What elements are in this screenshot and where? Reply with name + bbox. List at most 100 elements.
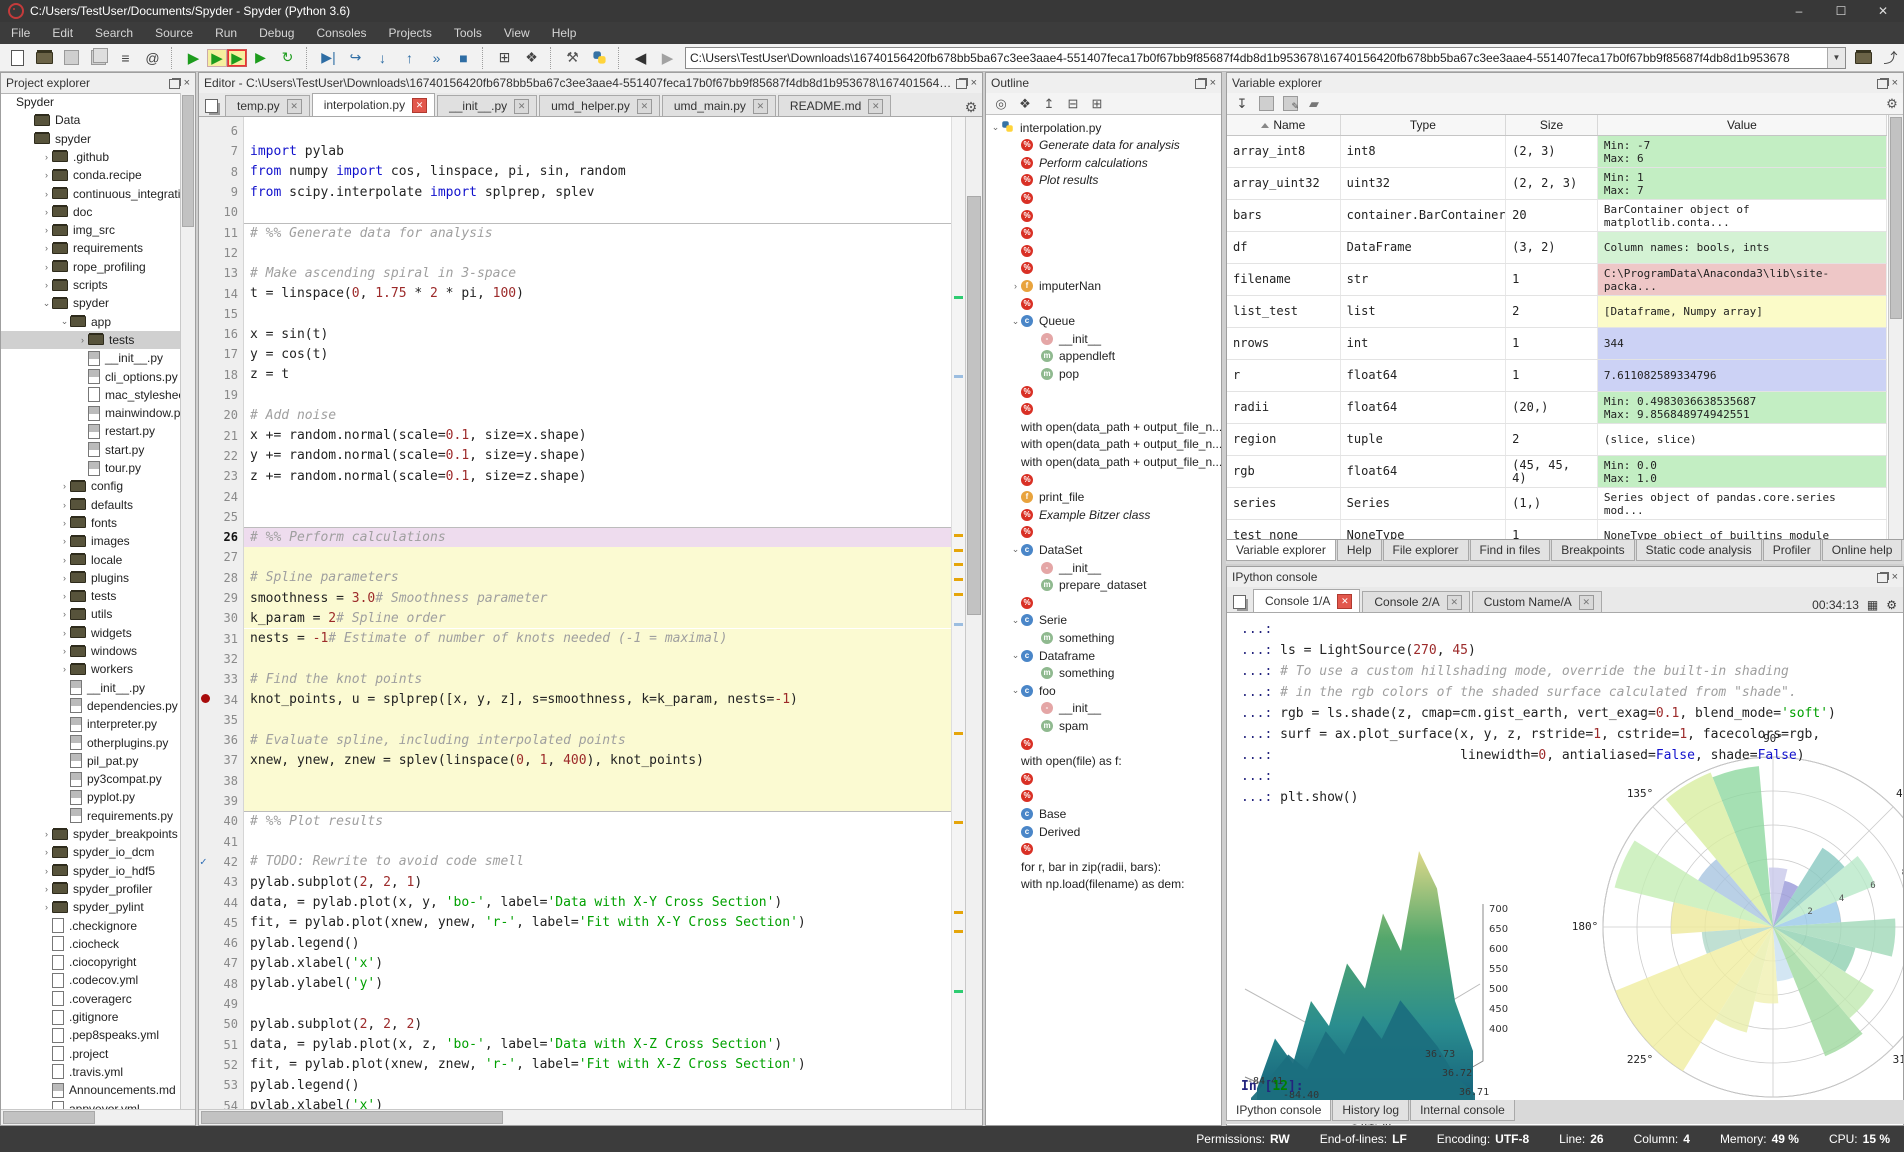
expand-all-icon[interactable]: ⊞ — [1086, 95, 1108, 113]
console-tab-Custom-Name-A[interactable]: Custom Name/A ✕ — [1471, 591, 1602, 612]
outline-item-Dataframe[interactable]: ⌄ c Dataframe — [986, 647, 1221, 664]
code-line[interactable]: 37 xnew, ynew, znew = splev(linspace(0, 1… — [199, 750, 952, 771]
outline-item[interactable]: % — [986, 295, 1221, 312]
outline-item-pop[interactable]: m pop — [986, 365, 1221, 382]
code-line[interactable]: 14 t = linspace(0, 1.75 * 2 * pi, 100) — [199, 283, 952, 303]
tree-item-spyder_io_dcm[interactable]: › spyder_io_dcm — [1, 843, 181, 861]
outline-item-__init__[interactable]: - __init__ — [986, 330, 1221, 347]
tree-item-plugins[interactable]: › plugins — [1, 569, 181, 587]
outline-item-for-r-bar-in-zip-radii-bars-[interactable]: for r, bar in zip(radii, bars): — [986, 858, 1221, 875]
code-line[interactable]: 42 ✓ # TODO: Rewrite to avoid code smell — [199, 852, 952, 872]
column-header-name[interactable]: Name — [1227, 115, 1341, 135]
save-data-icon[interactable] — [1255, 95, 1277, 113]
tree-item-rope_profiling[interactable]: › rope_profiling — [1, 258, 181, 276]
plugin-tab-find-in-files[interactable]: Find in files — [1469, 540, 1551, 561]
tree-item-py3compat.py[interactable]: py3compat.py — [1, 770, 181, 788]
variable-row-test_none[interactable]: test_none NoneType 1 NoneType object of bui… — [1227, 520, 1887, 539]
code-line[interactable]: 13 # Make ascending spiral in 3-space — [199, 263, 952, 283]
go-to-parent-icon[interactable]: ↥ — [1038, 95, 1060, 113]
outline-item-prepare_dataset[interactable]: m prepare_dataset — [986, 577, 1221, 594]
tree-item-mac_stylesheet.qss[interactable]: mac_stylesheet.qss — [1, 386, 181, 404]
tree-item-.codecov.yml[interactable]: .codecov.yml — [1, 971, 181, 989]
code-line[interactable]: 33 # Find the knot points — [199, 669, 952, 690]
outline-item[interactable]: % — [986, 594, 1221, 611]
close-pane-icon[interactable]: × — [1892, 572, 1898, 583]
outline-item[interactable]: % — [986, 841, 1221, 858]
outline-item[interactable]: % — [986, 189, 1221, 206]
tree-chevron-icon[interactable]: › — [59, 591, 70, 601]
tree-chevron-icon[interactable]: › — [59, 609, 70, 619]
file-switcher-icon[interactable]: ≡ — [112, 46, 139, 70]
outline-chevron-icon[interactable]: ⌄ — [1010, 615, 1021, 626]
browse-working-directory-icon[interactable] — [1850, 46, 1877, 70]
tree-item-app[interactable]: ⌄ app — [1, 313, 181, 331]
tab-close-icon[interactable]: ✕ — [1337, 593, 1353, 609]
menu-help[interactable]: Help — [541, 23, 588, 43]
project-tree-vscrollbar[interactable] — [180, 93, 195, 1109]
close-pane-icon[interactable]: × — [184, 78, 190, 89]
tree-chevron-icon[interactable]: › — [41, 170, 52, 180]
tree-chevron-icon[interactable]: › — [41, 225, 52, 235]
tree-item-.project[interactable]: .project — [1, 1045, 181, 1063]
code-line[interactable]: 11 # %% Generate data for analysis — [199, 222, 952, 243]
tree-chevron-icon[interactable]: › — [59, 664, 70, 674]
code-line[interactable]: 16 x = sin(t) — [199, 324, 952, 344]
code-line[interactable]: 22 y += random.normal(scale= 0.1, size=y.s… — [199, 446, 952, 466]
variable-row-array_uint32[interactable]: array_uint32 uint32 (2, 2, 3) Min: 1 Max: 7 — [1227, 168, 1887, 200]
outline-item-__init__[interactable]: - __init__ — [986, 559, 1221, 576]
tree-chevron-icon[interactable]: › — [41, 262, 52, 272]
tree-chevron-icon[interactable]: ⌄ — [59, 316, 70, 327]
debug-file-icon[interactable]: ▶| — [315, 46, 342, 70]
tree-item-start.py[interactable]: start.py — [1, 441, 181, 459]
run-cell-advance-icon[interactable]: ▶ — [227, 48, 247, 67]
code-line[interactable]: 54 pylab.xlabel('x') — [199, 1095, 952, 1109]
tree-item-restart.py[interactable]: restart.py — [1, 422, 181, 440]
outline-item-imputerNan[interactable]: › f imputerNan — [986, 277, 1221, 294]
code-line[interactable]: 15 — [199, 304, 952, 324]
tree-item-conda.recipe[interactable]: › conda.recipe — [1, 166, 181, 184]
code-line[interactable]: 32 — [199, 648, 952, 670]
code-line[interactable]: 41 — [199, 832, 952, 852]
code-line[interactable]: 18 z = t — [199, 365, 952, 385]
preferences-icon[interactable]: ⚒ — [559, 46, 586, 70]
variable-row-array_int8[interactable]: array_int8 int8 (2, 3) Min: -7 Max: 6 — [1227, 136, 1887, 168]
tree-chevron-icon[interactable]: › — [59, 628, 70, 638]
tree-item-locale[interactable]: › locale — [1, 551, 181, 569]
console-tab-Console-1-A[interactable]: Console 1/A ✕ — [1253, 589, 1361, 612]
tree-item-mainwindow.py[interactable]: mainwindow.py — [1, 404, 181, 422]
console-output[interactable]: 700650600550500450400-84.41-84.40-84.39-… — [1227, 613, 1903, 1125]
combo-dropdown-icon[interactable]: ▼ — [1827, 47, 1845, 68]
outline-item-spam[interactable]: m spam — [986, 717, 1221, 734]
symbol-finder-icon[interactable]: @ — [139, 46, 166, 70]
tree-item-interpreter.py[interactable]: interpreter.py — [1, 715, 181, 733]
tree-item-.coveragerc[interactable]: .coveragerc — [1, 990, 181, 1008]
menu-run[interactable]: Run — [204, 23, 248, 43]
tab-close-icon[interactable]: ✕ — [412, 97, 428, 113]
close-pane-icon[interactable]: × — [971, 78, 977, 89]
tree-item-cli_options.py[interactable]: cli_options.py — [1, 368, 181, 386]
tree-item-otherplugins.py[interactable]: otherplugins.py — [1, 734, 181, 752]
editor-tab-umd_helper.py[interactable]: umd_helper.py ✕ — [539, 95, 660, 116]
menu-debug[interactable]: Debug — [248, 23, 305, 43]
tree-chevron-icon[interactable]: › — [41, 902, 52, 912]
browse-tabs-icon[interactable] — [201, 96, 221, 116]
tree-chevron-icon[interactable]: › — [41, 243, 52, 253]
outline-item-something[interactable]: m something — [986, 665, 1221, 682]
browse-tabs-icon[interactable] — [1229, 592, 1249, 612]
outline-item[interactable]: % — [986, 242, 1221, 259]
code-line[interactable]: 44 data, = pylab.plot(x, y, 'bo-', label=… — [199, 892, 952, 912]
menu-edit[interactable]: Edit — [41, 23, 84, 43]
tree-item-dependencies.py[interactable]: dependencies.py — [1, 697, 181, 715]
tree-item-requirements[interactable]: › requirements — [1, 239, 181, 257]
tree-item-.github[interactable]: › .github — [1, 148, 181, 166]
tree-chevron-icon[interactable]: › — [41, 847, 52, 857]
code-line[interactable]: 28 # Spline parameters — [199, 567, 952, 588]
tree-item-windows[interactable]: › windows — [1, 642, 181, 660]
code-line[interactable]: 10 — [199, 202, 952, 222]
menu-file[interactable]: File — [0, 23, 41, 43]
tree-item-config[interactable]: › config — [1, 477, 181, 495]
tree-item-defaults[interactable]: › defaults — [1, 496, 181, 514]
tree-item-fonts[interactable]: › fonts — [1, 514, 181, 532]
code-line[interactable]: 12 — [199, 243, 952, 263]
outline-item-Generate-data-for-analysis[interactable]: % Generate data for analysis — [986, 137, 1221, 154]
